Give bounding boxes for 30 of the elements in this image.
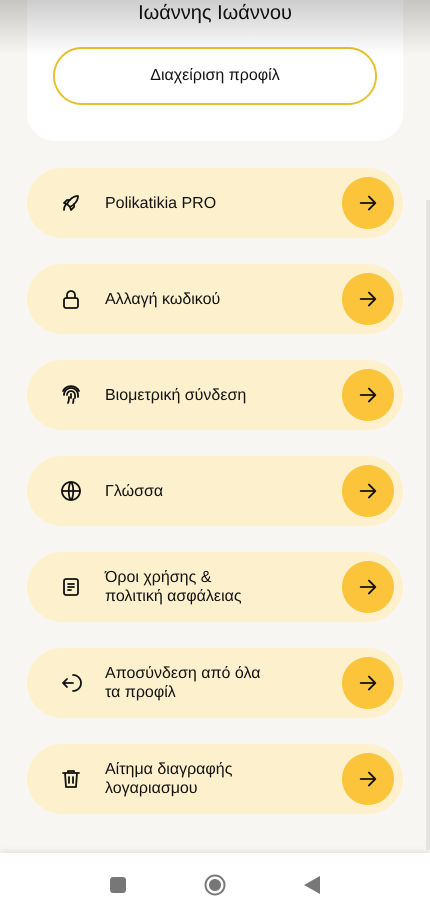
menu-item[interactable]: Βιομετρική σύνδεση <box>27 360 403 430</box>
menu-label: Γλώσσα <box>105 482 164 500</box>
menu-item[interactable]: Γλώσσα <box>27 456 403 526</box>
manage-profile-button[interactable]: Διαχείριση προφίλ <box>53 47 377 105</box>
menu-item[interactable]: Αίτημα διαγραφής λογαριασμου <box>27 744 403 814</box>
menu-label: Polikatikia PRO <box>105 194 218 212</box>
profile-name: Ιωάννης Ιωάννου <box>138 1 292 25</box>
menu-label: Όροι χρήσης & πολιτική ασφάλειας <box>105 568 243 606</box>
fingerprint-icon <box>59 383 83 407</box>
arrow-button[interactable] <box>342 465 394 517</box>
back-icon[interactable] <box>304 876 320 894</box>
menu-item[interactable]: Polikatikia PRO <box>27 168 403 238</box>
menu-label: Αλλαγή κωδικού <box>105 290 222 308</box>
arrow-button[interactable] <box>342 657 394 709</box>
menu-item[interactable]: Όροι χρήσης & πολιτική ασφάλειας <box>27 552 403 622</box>
menu-label: Βιομετρική σύνδεση <box>105 386 248 404</box>
menu-item[interactable]: Αποσύνδεση από όλα τα προφίλ <box>27 648 403 718</box>
arrow-button[interactable] <box>342 177 394 229</box>
menu-label: Αίτημα διαγραφής λογαριασμου <box>105 760 234 798</box>
arrow-button[interactable] <box>342 369 394 421</box>
menu-item[interactable]: Αλλαγή κωδικού <box>27 264 403 334</box>
menu-label: Αποσύνδεση από όλα τα προφίλ <box>105 664 262 702</box>
recent-apps-icon[interactable] <box>110 877 126 893</box>
trash-icon <box>59 767 83 791</box>
globe-icon <box>59 479 83 503</box>
home-icon[interactable] <box>204 874 226 896</box>
logout-icon <box>59 671 83 695</box>
arrow-button[interactable] <box>342 561 394 613</box>
arrow-button[interactable] <box>342 273 394 325</box>
arrow-button[interactable] <box>342 753 394 805</box>
